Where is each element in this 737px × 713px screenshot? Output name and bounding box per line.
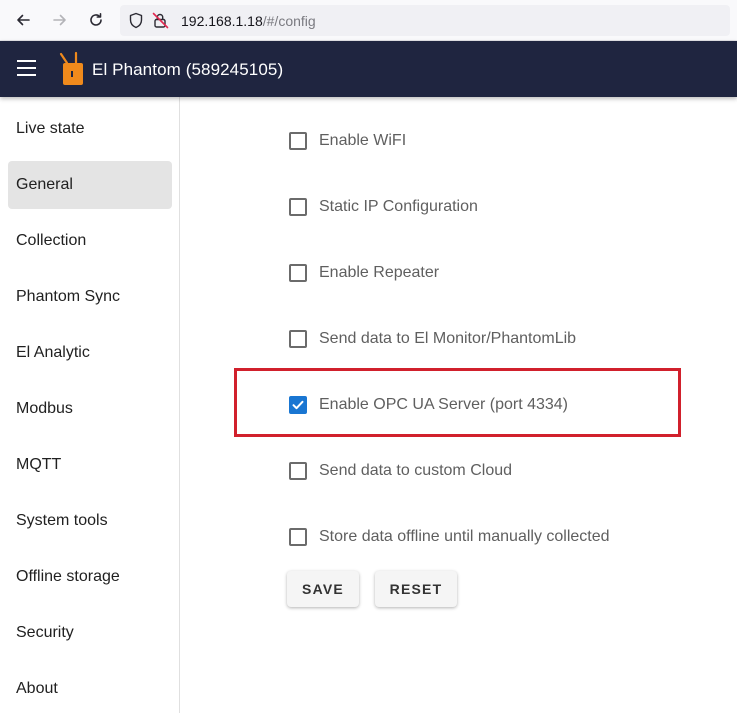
app-title: El Phantom (589245105) xyxy=(92,60,284,79)
back-button[interactable] xyxy=(12,9,34,31)
sidebar-item-el-analytic[interactable]: El Analytic xyxy=(8,329,172,377)
option-label: Static IP Configuration xyxy=(319,198,478,215)
arrow-right-icon xyxy=(53,14,66,26)
option-store-offline[interactable]: Store data offline until manually collec… xyxy=(289,526,610,548)
reset-button[interactable]: RESET xyxy=(375,571,457,607)
reload-button[interactable] xyxy=(85,9,107,31)
url-text[interactable]: 192.168.1.18/#/config xyxy=(181,13,316,29)
sidebar-item-phantom-sync[interactable]: Phantom Sync xyxy=(8,273,172,321)
option-send-el-monitor[interactable]: Send data to El Monitor/PhantomLib xyxy=(289,328,576,350)
checkbox[interactable] xyxy=(289,132,307,150)
checkbox[interactable] xyxy=(289,528,307,546)
option-label: Enable WiFI xyxy=(319,132,407,149)
browser-toolbar: 192.168.1.18/#/config xyxy=(0,0,737,41)
reload-icon xyxy=(90,13,102,26)
sidebar-item-about[interactable]: About xyxy=(8,665,172,713)
arrow-left-icon xyxy=(17,14,30,26)
shield-icon[interactable] xyxy=(128,12,144,29)
sidebar-item-system-tools[interactable]: System tools xyxy=(8,497,172,545)
address-bar[interactable]: 192.168.1.18/#/config xyxy=(120,5,730,36)
option-label: Enable Repeater xyxy=(319,264,440,281)
option-label: Send data to El Monitor/PhantomLib xyxy=(319,330,577,347)
save-button[interactable]: SAVE xyxy=(287,571,359,607)
sidebar-item-general[interactable]: General xyxy=(8,161,172,209)
phantom-logo-icon xyxy=(59,51,83,85)
checkbox[interactable] xyxy=(289,462,307,480)
sidebar-item-security[interactable]: Security xyxy=(8,609,172,657)
sidebar-item-offline-storage[interactable]: Offline storage xyxy=(8,553,172,601)
option-static-ip[interactable]: Static IP Configuration xyxy=(289,196,478,218)
url-host: 192.168.1.18 xyxy=(181,13,263,29)
url-path: /#/config xyxy=(262,13,316,29)
insecure-lock-icon[interactable] xyxy=(152,12,169,29)
app-header: El Phantom (589245105) xyxy=(0,41,737,97)
sidebar-item-modbus[interactable]: Modbus xyxy=(8,385,172,433)
hamburger-icon xyxy=(17,60,39,76)
highlight-box xyxy=(234,368,681,437)
option-label: Send data to custom Cloud xyxy=(319,462,513,479)
option-enable-repeater[interactable]: Enable Repeater xyxy=(289,262,439,284)
option-send-custom-cloud[interactable]: Send data to custom Cloud xyxy=(289,460,512,482)
menu-button[interactable] xyxy=(17,60,39,78)
option-label: Store data offline until manually collec… xyxy=(319,528,610,545)
forward-button[interactable] xyxy=(49,9,71,31)
sidebar-item-collection[interactable]: Collection xyxy=(8,217,172,265)
sidebar-item-mqtt[interactable]: MQTT xyxy=(8,441,172,489)
checkbox[interactable] xyxy=(289,264,307,282)
sidebar-nav: Live state General Collection Phantom Sy… xyxy=(0,97,180,713)
option-enable-wifi[interactable]: Enable WiFI xyxy=(289,130,406,152)
checkbox[interactable] xyxy=(289,330,307,348)
sidebar-item-live-state[interactable]: Live state xyxy=(8,105,172,153)
checkbox[interactable] xyxy=(289,198,307,216)
